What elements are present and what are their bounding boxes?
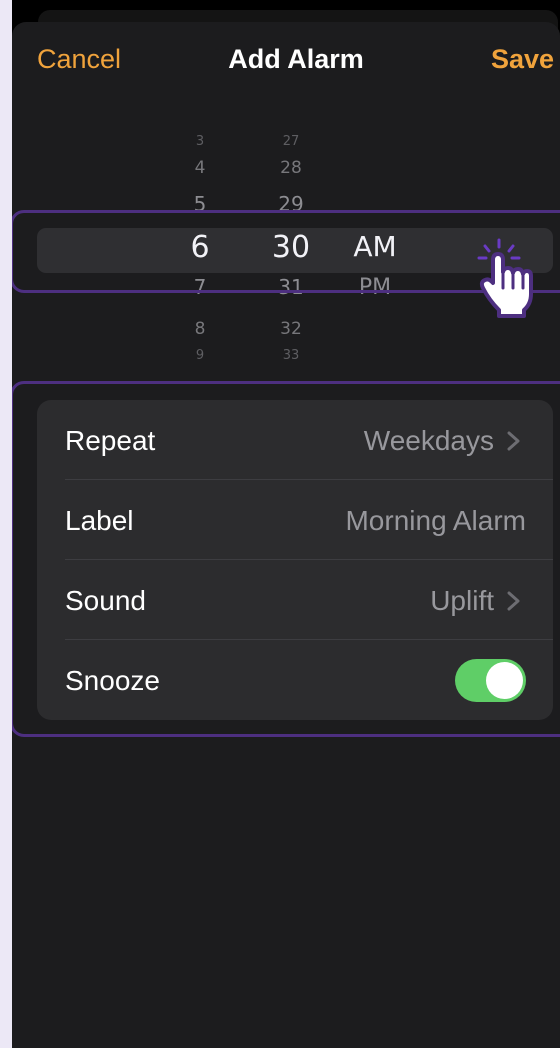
minute-option[interactable]: 27: [263, 134, 319, 149]
pointer-hand-icon: [477, 238, 533, 318]
hour-option[interactable]: 8: [180, 319, 220, 339]
minute-option[interactable]: 33: [263, 348, 319, 362]
hour-option[interactable]: 3: [180, 134, 220, 149]
minute-option[interactable]: 32: [263, 319, 319, 339]
phone-screen: Cancel Add Alarm Save 3 4 5 6 7 8 9 27 2…: [12, 0, 560, 1048]
hour-option[interactable]: 4: [180, 158, 220, 178]
settings-highlight: [12, 381, 560, 737]
minute-option[interactable]: 28: [263, 158, 319, 178]
save-button[interactable]: Save: [491, 44, 554, 75]
hour-option[interactable]: 9: [180, 348, 220, 362]
page-title: Add Alarm: [228, 44, 364, 74]
